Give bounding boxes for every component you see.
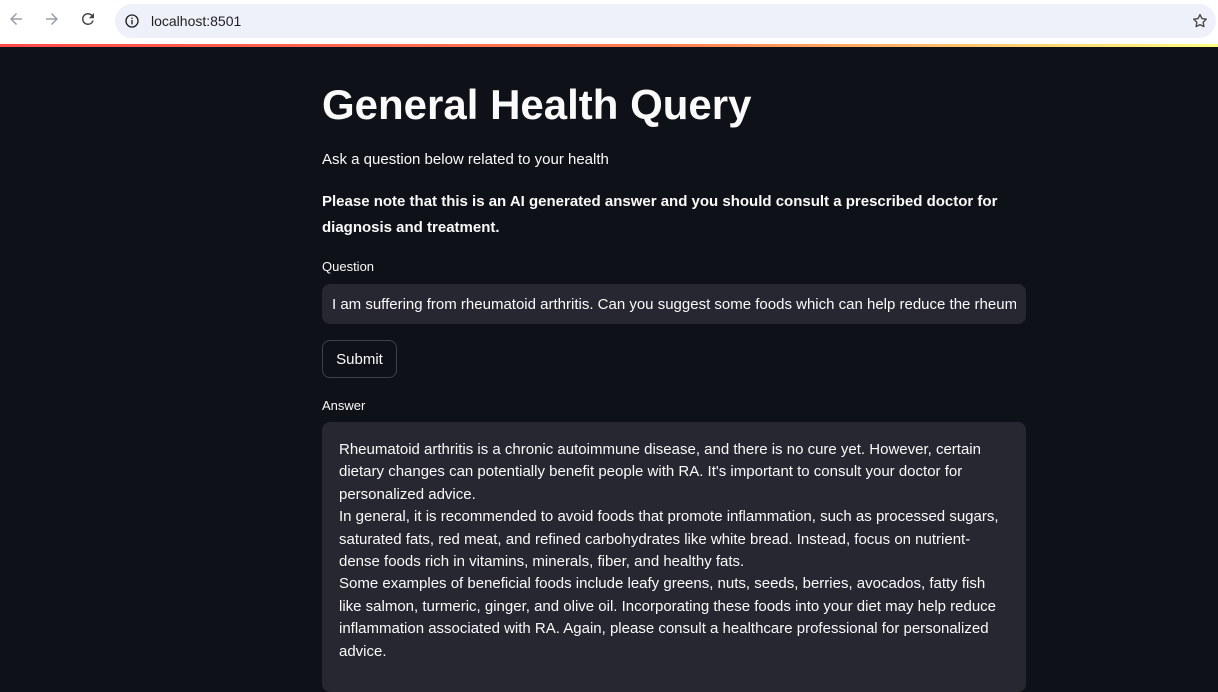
answer-label: Answer — [322, 398, 366, 413]
url-text[interactable]: localhost:8501 — [151, 13, 241, 29]
disclaimer-text: Please note that this is an AI generated… — [322, 193, 998, 236]
arrow-left-icon — [7, 10, 25, 33]
reload-button[interactable] — [76, 9, 100, 33]
answer-text: Rheumatoid arthritis is a chronic autoim… — [339, 441, 999, 660]
submit-button[interactable]: Submit — [322, 340, 397, 378]
address-bar[interactable]: localhost:8501 — [115, 4, 1216, 38]
info-circle-icon[interactable] — [122, 11, 142, 31]
browser-toolbar: localhost:8501 — [0, 0, 1218, 44]
question-label: Question — [322, 259, 375, 274]
intro-text: Ask a question below related to your hea… — [322, 151, 609, 168]
arrow-right-icon — [43, 10, 61, 33]
header-decoration — [0, 44, 1218, 47]
reload-icon — [79, 10, 97, 33]
answer-box[interactable]: Rheumatoid arthritis is a chronic autoim… — [322, 422, 1026, 692]
forward-button[interactable] — [40, 9, 64, 33]
star-icon[interactable] — [1190, 11, 1210, 31]
page-title: General Health Query — [322, 81, 752, 128]
question-input[interactable] — [322, 284, 1026, 324]
back-button[interactable] — [4, 9, 28, 33]
